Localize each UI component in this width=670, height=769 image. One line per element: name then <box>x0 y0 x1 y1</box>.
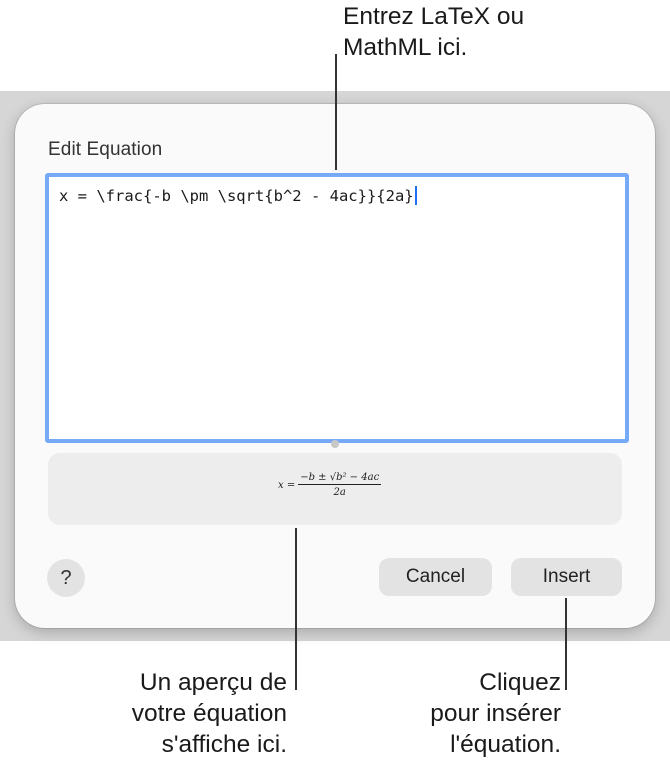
callout-preview-leader-line <box>295 528 297 690</box>
formula-fraction: −b ± √b² − 4ac 2a <box>298 472 382 498</box>
callout-insert-line-2: pour insérer <box>430 700 561 727</box>
equation-preview-formula: x = −b ± √b² − 4ac 2a <box>278 472 382 498</box>
callout-insert: Cliquez pour insérer l'équation. <box>430 667 561 760</box>
insert-button[interactable]: Insert <box>511 558 622 596</box>
cancel-button[interactable]: Cancel <box>379 558 492 596</box>
callout-insert-line-3: l'équation. <box>450 731 561 758</box>
text-caret-icon <box>414 186 417 205</box>
latex-input-text[interactable]: x = \frac{-b \pm \sqrt{b^2 - 4ac}}{2a} <box>59 186 417 205</box>
formula-numerator: −b ± √b² − 4ac <box>298 472 382 485</box>
resize-handle-icon[interactable] <box>331 440 339 448</box>
callout-editor-line-1: Entrez LaTeX ou <box>343 3 525 30</box>
formula-denominator: 2a <box>333 487 346 498</box>
callout-preview-line-2: votre équation <box>131 700 287 727</box>
callout-preview-line-1: Un aperçu de <box>139 669 287 696</box>
callout-preview-line-3: s'affiche ici. <box>161 731 287 758</box>
help-button[interactable]: ? <box>47 559 85 597</box>
latex-input-field[interactable]: x = \frac{-b \pm \sqrt{b^2 - 4ac}}{2a} <box>45 173 629 443</box>
formula-lhs: x = <box>278 479 296 491</box>
callout-preview: Un aperçu de votre équation s'affiche ic… <box>132 667 287 760</box>
callout-editor-leader-line <box>335 54 337 170</box>
callout-editor-line-2: MathML ici. <box>343 34 468 61</box>
callout-insert-leader-line <box>565 598 567 690</box>
callout-editor: Entrez LaTeX ou MathML ici. <box>343 1 524 63</box>
callout-insert-line-1: Cliquez <box>479 669 561 696</box>
latex-input-value: x = \frac{-b \pm \sqrt{b^2 - 4ac}}{2a} <box>59 187 414 205</box>
dialog-title: Edit Equation <box>48 139 163 160</box>
